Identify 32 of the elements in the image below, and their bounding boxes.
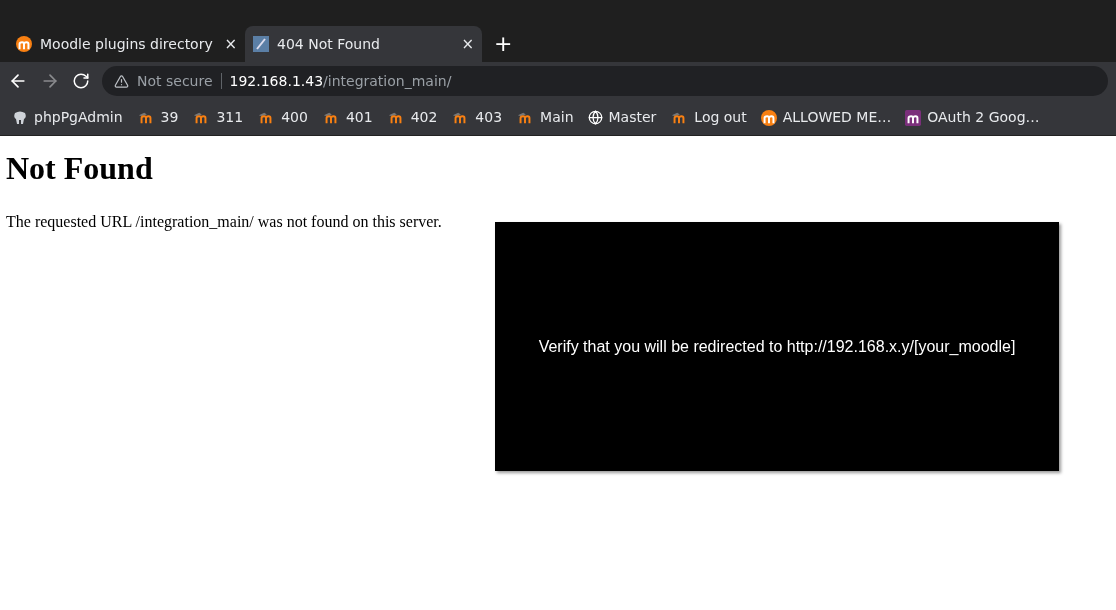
bookmark-item[interactable]: OAuth 2 Goog… [905,107,1040,128]
bookmark-item[interactable]: 311 [192,107,244,128]
moodle-logo-icon [905,109,922,126]
bookmark-item[interactable]: phpPgAdmin [12,107,123,128]
bookmark-item[interactable]: 39 [136,107,179,128]
close-tab-button[interactable]: × [224,36,237,52]
bookmark-item[interactable]: Main [516,107,574,128]
bookmark-item[interactable]: 401 [321,107,373,128]
close-tab-button[interactable]: × [461,36,474,52]
bookmark-item[interactable]: Master [587,107,657,128]
tab-title: Moodle plugins directory [40,34,214,54]
globe-icon [587,110,603,125]
new-tab-button[interactable]: + [482,26,525,62]
security-label: Not secure [137,71,213,91]
page-heading: Not Found [6,149,154,188]
bookmark-item[interactable]: 400 [257,107,308,128]
bookmark-item[interactable]: ALLOWED ME… [760,107,892,128]
overlay-caption: Verify that you will be redirected to http://192.168.x.y/[your_moodle] [538,336,1016,357]
tab-title: 404 Not Found [277,34,381,54]
reload-icon[interactable] [72,72,90,90]
url-text: 192.168.1.43/integration_main/ [229,71,452,91]
moodle-logo-icon [760,109,777,126]
error-message: The requested URL /integration_main/ was not found on this server. [6,212,443,233]
bookmark-item[interactable]: Log out [670,107,747,128]
bookmark-item[interactable]: 402 [386,107,438,128]
browser-tab[interactable]: Moodle plugins directory × [8,26,245,62]
warning-icon [114,73,129,89]
bookmark-item[interactable]: 403 [451,107,503,128]
browser-tab[interactable]: 404 Not Found × [245,26,482,62]
moodle-logo-icon [16,36,32,52]
page-icon [253,36,269,52]
address-field[interactable]: Not secure 192.168.1.43/integration_main/ [102,66,1108,96]
